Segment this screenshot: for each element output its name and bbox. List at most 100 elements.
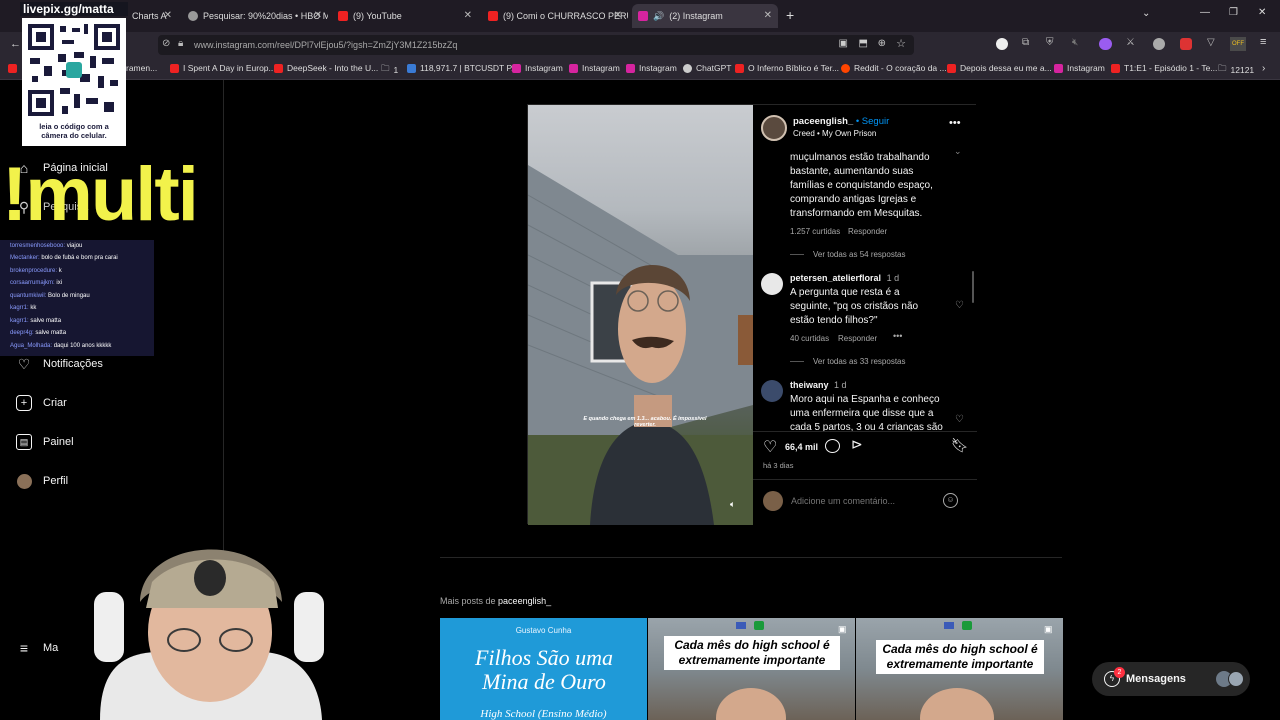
extension-icon[interactable] [1099, 38, 1112, 50]
close-tab-icon[interactable]: ✕ [314, 10, 322, 21]
bookmark-item[interactable]: ChatGPT [683, 63, 731, 73]
sidebar-item-notifications[interactable]: ♡ Notificações [16, 356, 103, 372]
chevron-down-icon[interactable]: ⌄ [1142, 8, 1150, 19]
filter-icon[interactable]: ▽ [1207, 37, 1215, 48]
scrollbar[interactable] [972, 271, 974, 303]
close-window-icon[interactable]: ✕ [1258, 7, 1266, 18]
bookmark-item[interactable]: Reddit - O coração da ... [841, 63, 947, 73]
picture-in-picture-icon[interactable]: ▣ [839, 38, 848, 49]
browser-tab-active[interactable]: 🔊 (2) Instagram ✕ [632, 4, 778, 28]
bookmark-item[interactable]: Instagram [569, 63, 620, 73]
audio-info[interactable]: Creed • My Own Prison [793, 129, 876, 138]
post-author[interactable]: paceenglish_ [793, 116, 853, 127]
sidebar-item-profile[interactable]: Perfil [16, 473, 68, 489]
like-icon[interactable]: ♡ [763, 437, 777, 457]
comment-likes[interactable]: 40 curtidas [790, 334, 829, 343]
extension-icon[interactable] [1153, 38, 1165, 50]
like-comment-icon[interactable]: ♡ [955, 414, 964, 425]
browser-tab[interactable]: Charts A ✕ [126, 4, 178, 28]
instagram-icon [626, 63, 635, 73]
save-page-icon[interactable]: ⬒ [859, 38, 868, 49]
reply-button[interactable]: Responder [838, 334, 877, 343]
post-thumbnail[interactable]: ▣ Cada mês do high school é extremamente… [648, 618, 855, 720]
close-tab-icon[interactable]: ✕ [764, 10, 772, 21]
new-tab-icon[interactable]: + [786, 7, 794, 23]
avatar[interactable] [761, 380, 783, 402]
chevron-down-icon[interactable]: ⌄ [954, 146, 962, 157]
post-thumbnail[interactable]: Gustavo Cunha Filhos São uma Mina de Our… [440, 618, 647, 720]
back-icon[interactable]: ← [10, 38, 21, 50]
thumb-title: Filhos São uma Mina de Ouro [474, 645, 614, 694]
comment-user[interactable]: petersen_atelierfloral [790, 273, 881, 283]
youtube-icon [947, 63, 956, 73]
view-replies-link[interactable]: Ver todas as 33 respostas [813, 357, 906, 366]
address-bar[interactable]: ⊘ 🔒︎ www.instagram.com/reel/DPl7vlEjou5/… [158, 35, 914, 55]
sidebar-item-label: Ma [43, 642, 59, 654]
extension-icon[interactable] [1180, 38, 1192, 50]
menu-icon[interactable]: ≡ [1260, 36, 1266, 48]
tracking-off-icon[interactable]: ⊘ [162, 38, 170, 49]
close-tab-icon[interactable]: ✕ [164, 10, 172, 21]
bookmark-star-icon[interactable]: ☆ [896, 37, 906, 50]
sidebar-item-dashboard[interactable]: ▤ Painel [16, 434, 74, 450]
browser-tab[interactable]: (9) Comi o CHURRASCO PERUA ✕ [482, 4, 628, 28]
close-tab-icon[interactable]: ✕ [614, 10, 622, 21]
maximize-icon[interactable]: ❐ [1229, 7, 1238, 18]
bookmark-item[interactable]: T1:E1 - Episódio 1 - Te... [1111, 63, 1217, 73]
bookmark-label: Instagram [525, 63, 563, 73]
bookmark-item[interactable]: Instagram [626, 63, 677, 73]
reply-button[interactable]: Responder [848, 227, 887, 236]
chat-text: salve matta [30, 318, 62, 324]
extension-icon[interactable] [996, 38, 1008, 50]
like-count[interactable]: 66,4 mil [785, 442, 818, 452]
extension-icon[interactable]: ⧉ [1022, 37, 1029, 48]
bookmark-item[interactable]: Instagram [512, 63, 563, 73]
avatar[interactable] [761, 115, 787, 141]
avatar [1228, 671, 1244, 687]
comment-icon[interactable] [825, 439, 840, 453]
chat-message: Mectanker: bolo de fubá e bom pra carai [10, 255, 118, 261]
bookmark-item[interactable]: ramen... [126, 63, 157, 73]
avatar[interactable] [761, 273, 783, 295]
bookmark-item[interactable]: DeepSeek - Into the U... [274, 63, 378, 73]
like-comment-icon[interactable]: ♡ [955, 300, 964, 311]
browser-tab[interactable]: (9) YouTube ✕ [332, 4, 478, 28]
mute-icon[interactable]: 🔈︎ [730, 499, 735, 510]
more-options-icon[interactable]: ••• [949, 117, 961, 129]
mute-icon[interactable]: 🔇︎ [1072, 37, 1078, 48]
emoji-icon[interactable]: ☺ [943, 493, 958, 508]
more-posts-user[interactable]: paceenglish_ [498, 596, 551, 606]
close-tab-icon[interactable]: ✕ [464, 10, 472, 21]
bookmark-item[interactable]: 118,971.7 | BTCUSDT P... [407, 63, 518, 73]
zoom-icon[interactable]: ⊕ [878, 38, 886, 49]
more-bookmarks-icon[interactable]: › [1262, 63, 1265, 74]
comment-user[interactable]: theiwany [790, 380, 829, 390]
extension-icon[interactable]: ⚔ [1126, 37, 1135, 48]
messages-button[interactable]: ϟ 2 Mensagens [1092, 662, 1250, 696]
reel-video[interactable]: E quando chega em 1.3... acabou. É impos… [528, 105, 753, 525]
more-options-icon[interactable]: ••• [893, 331, 902, 341]
bookmark-item[interactable]: I Spent A Day in Europ... [170, 63, 276, 73]
bookmark-item[interactable]: Depois dessa eu me a... [947, 63, 1052, 73]
browser-tab[interactable]: Pesquisar: 90%20dias • HBO Ma ✕ [182, 4, 328, 28]
shield-icon[interactable]: ⛨ [1046, 37, 1054, 48]
bookmark-item[interactable]: Instagram [1054, 63, 1105, 73]
audio-playing-icon[interactable]: 🔊 [653, 11, 664, 22]
share-icon[interactable]: ⊳ [851, 436, 863, 453]
sidebar-item-create[interactable]: + Criar [16, 395, 67, 411]
bookmark-label: 118,971.7 | BTCUSDT P... [420, 63, 519, 73]
bookmark-icon[interactable]: 🔖︎ [951, 437, 969, 454]
multi-command-banner: !multi [2, 152, 199, 237]
view-replies-link[interactable]: Ver todas as 54 respostas [813, 250, 906, 259]
sidebar-item-more[interactable]: ≡ Ma [16, 640, 58, 656]
comment-likes[interactable]: 1.257 curtidas [790, 227, 840, 236]
bookmark-item[interactable]: 🗀 1 [381, 63, 398, 77]
extension-icon[interactable]: OFF [1230, 37, 1246, 51]
comment-input[interactable] [791, 494, 941, 508]
post-thumbnail[interactable]: ▣ Cada mês do high school é extremamente… [856, 618, 1063, 720]
bookmark-item[interactable]: O Inferno Bíblico é Ter... [735, 63, 839, 73]
follow-button[interactable]: • Seguir [856, 116, 889, 127]
minimize-icon[interactable]: — [1200, 7, 1210, 18]
youtube-icon [274, 63, 283, 73]
bookmark-item[interactable]: 🗀 12121 [1218, 63, 1254, 77]
